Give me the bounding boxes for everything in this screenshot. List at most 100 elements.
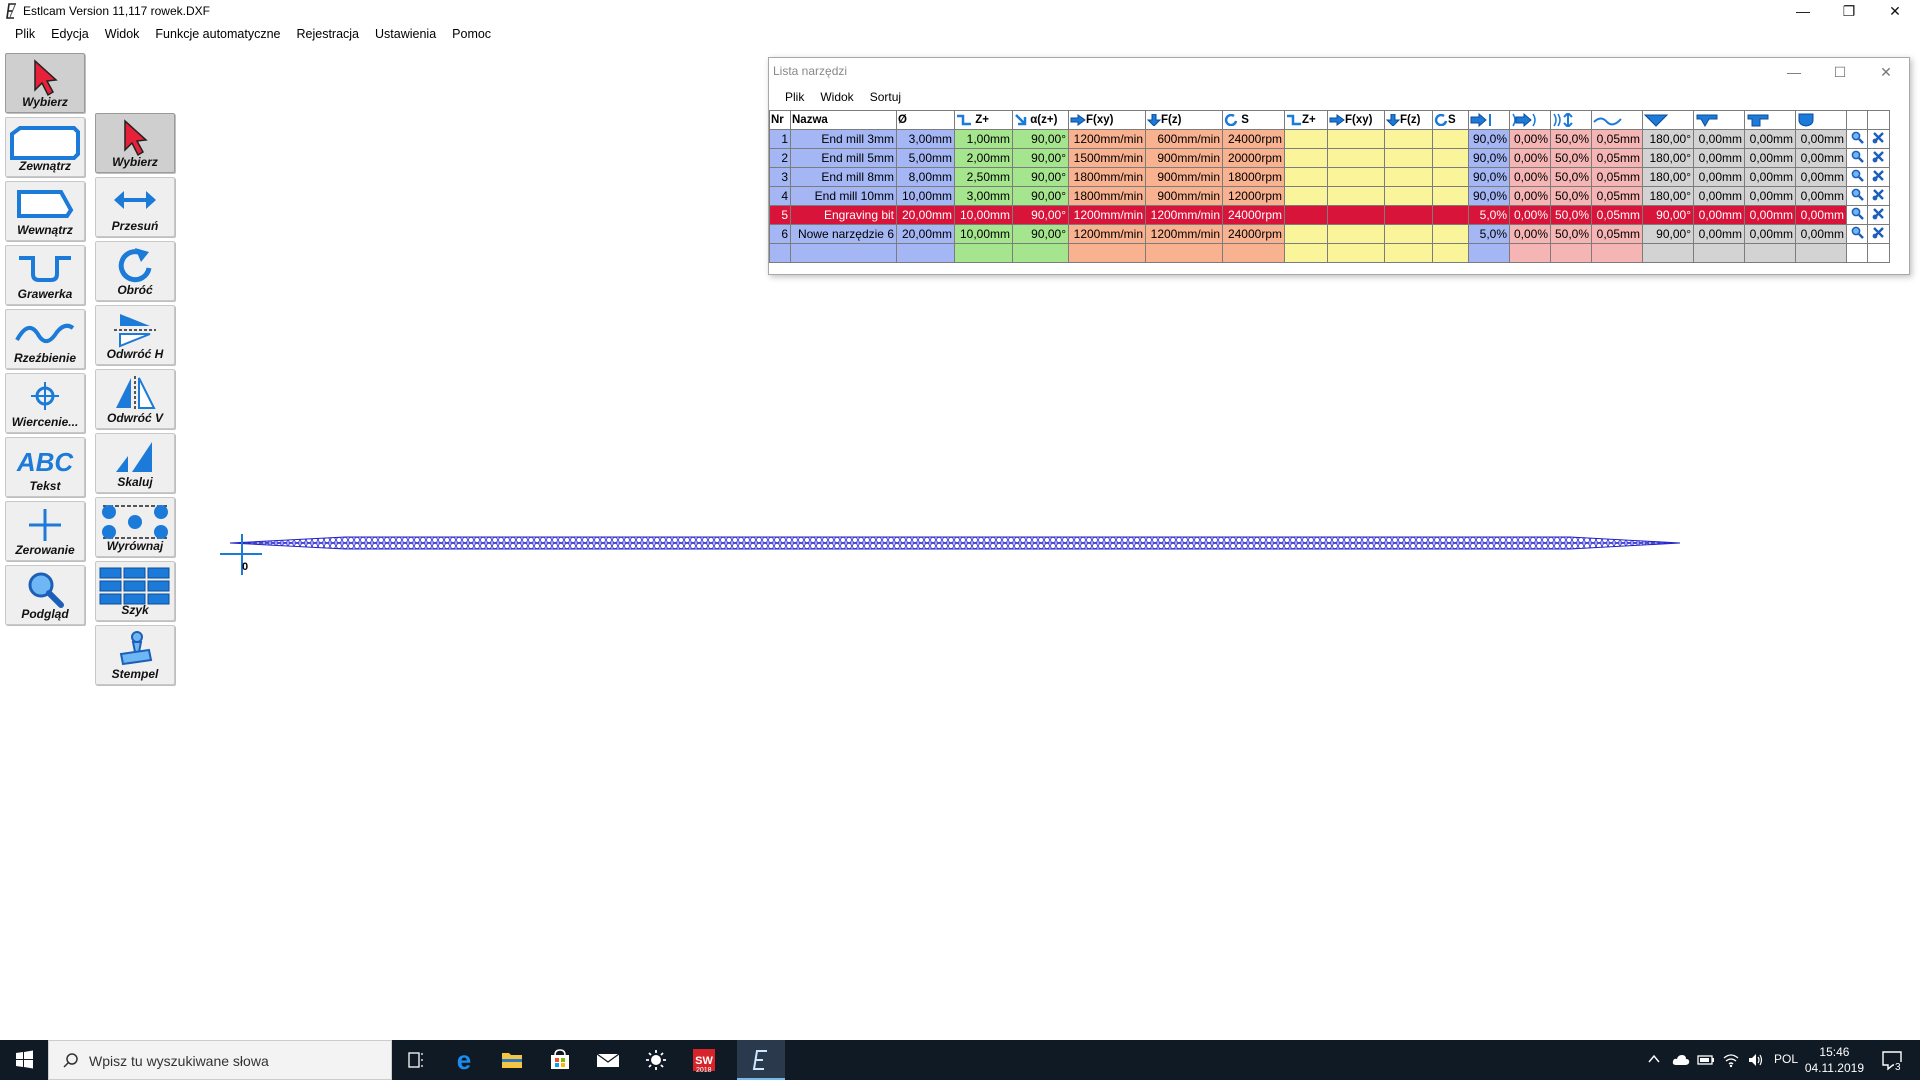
header-speed2[interactable]: S	[1432, 110, 1469, 130]
tool-flip-h-button[interactable]: Odwróć H	[95, 305, 175, 365]
cell-p5[interactable]: 180,00°	[1642, 129, 1694, 149]
cell-fz[interactable]: 1200mm/min	[1145, 224, 1223, 244]
edit-tool-button[interactable]	[1846, 243, 1868, 263]
cell-s[interactable]	[1222, 243, 1285, 263]
cell-nr[interactable]: 3	[769, 167, 791, 187]
cell-empty[interactable]	[1327, 186, 1385, 206]
cell-p6[interactable]: 0,00mm	[1693, 186, 1745, 206]
cell-empty[interactable]	[1284, 148, 1328, 168]
tool-array-button[interactable]: Szyk	[95, 561, 175, 621]
cell-p8[interactable]: 0,00mm	[1795, 224, 1847, 244]
close-button[interactable]: ✕	[1872, 0, 1918, 23]
tool-row[interactable]: 1 End mill 3mm 3,00mm 1,00mm 90,00° 1200mm/mi…	[769, 129, 1890, 149]
cell-z[interactable]: 10,00mm	[954, 224, 1013, 244]
cell-p3[interactable]: 50,0%	[1550, 129, 1592, 149]
tool-list-minimize-button[interactable]: —	[1771, 58, 1817, 86]
cell-nr[interactable]: 6	[769, 224, 791, 244]
header-tool-shape3[interactable]	[1795, 110, 1847, 130]
edit-tool-button[interactable]	[1846, 224, 1868, 244]
cell-p6[interactable]: 0,00mm	[1693, 148, 1745, 168]
cell-p7[interactable]	[1744, 243, 1796, 263]
cell-empty[interactable]	[1432, 224, 1469, 244]
tool-row[interactable]: 2 End mill 5mm 5,00mm 2,00mm 90,00° 1500mm/mi…	[769, 148, 1890, 168]
cell-a[interactable]: 90,00°	[1012, 205, 1069, 225]
notifications-button[interactable]: 3	[1872, 1040, 1912, 1080]
tool-engrave-button[interactable]: Grawerka	[5, 245, 85, 305]
header-step-z[interactable]: Z+	[954, 110, 1013, 130]
header-angle[interactable]: α(z+)	[1012, 110, 1069, 130]
tool-move-button[interactable]: Przesuń	[95, 177, 175, 237]
menu-widok[interactable]: Widok	[97, 23, 148, 45]
tool-select2-button[interactable]: Wybierz	[95, 113, 175, 173]
cell-p7[interactable]: 0,00mm	[1744, 148, 1796, 168]
cell-fz[interactable]	[1145, 243, 1223, 263]
tool-list-menu-plik[interactable]: Plik	[777, 86, 812, 108]
cell-p5[interactable]: 180,00°	[1642, 148, 1694, 168]
battery-icon[interactable]	[1697, 1053, 1715, 1067]
task-view-button[interactable]	[392, 1040, 440, 1080]
tool-zero-button[interactable]: Zerowanie	[5, 501, 85, 561]
cell-empty[interactable]	[1284, 167, 1328, 187]
cell-p8[interactable]: 0,00mm	[1795, 148, 1847, 168]
cell-z[interactable]: 2,50mm	[954, 167, 1013, 187]
cell-nr[interactable]: 1	[769, 129, 791, 149]
tool-row[interactable]: 6 Nowe narzędzie 6 20,00mm 10,00mm 90,00° 120…	[769, 224, 1890, 244]
cell-p2[interactable]: 0,00%	[1509, 205, 1551, 225]
cell-p8[interactable]: 0,00mm	[1795, 205, 1847, 225]
menu-funkcje-automatyczne[interactable]: Funkcje automatyczne	[147, 23, 288, 45]
cell-empty[interactable]	[1284, 186, 1328, 206]
cell-empty[interactable]	[1327, 205, 1385, 225]
cell-p1[interactable]: 90,0%	[1468, 129, 1510, 149]
cell-p3[interactable]: 50,0%	[1550, 167, 1592, 187]
cell-nr[interactable]: 5	[769, 205, 791, 225]
header-feed-xy[interactable]: F(xy)	[1068, 110, 1146, 130]
cell-empty[interactable]	[1384, 148, 1433, 168]
cell-dia[interactable]: 5,00mm	[896, 148, 955, 168]
menu-plik[interactable]: Plik	[7, 23, 43, 45]
cell-p7[interactable]: 0,00mm	[1744, 205, 1796, 225]
tool-row[interactable]: 3 End mill 8mm 8,00mm 2,50mm 90,00° 1800mm/mi…	[769, 167, 1890, 187]
tool-select-button[interactable]: Wybierz	[5, 53, 85, 113]
cell-empty[interactable]	[1432, 129, 1469, 149]
cell-p5[interactable]: 90,00°	[1642, 205, 1694, 225]
cell-a[interactable]: 90,00°	[1012, 224, 1069, 244]
tool-stamp-button[interactable]: Stempel	[95, 625, 175, 685]
menu-rejestracja[interactable]: Rejestracja	[288, 23, 367, 45]
cell-p6[interactable]: 0,00mm	[1693, 205, 1745, 225]
cell-fz[interactable]: 1200mm/min	[1145, 205, 1223, 225]
clock[interactable]: 15:46 04.11.2019	[1805, 1044, 1864, 1076]
header-speed[interactable]: S	[1222, 110, 1285, 130]
edit-tool-button[interactable]	[1846, 205, 1868, 225]
cell-s[interactable]: 24000rpm	[1222, 224, 1285, 244]
cell-p4[interactable]: 0,05mm	[1591, 205, 1643, 225]
header-ramp[interactable]	[1550, 110, 1592, 130]
edit-tool-button[interactable]	[1846, 129, 1868, 149]
delete-tool-button[interactable]	[1867, 186, 1890, 206]
cell-z[interactable]	[954, 243, 1013, 263]
header-diameter[interactable]: Ø	[896, 110, 955, 130]
cell-dia[interactable]: 20,00mm	[896, 224, 955, 244]
cell-empty[interactable]	[1327, 167, 1385, 187]
cell-empty[interactable]	[1432, 243, 1469, 263]
cell-name[interactable]: End mill 5mm	[790, 148, 897, 168]
cell-p3[interactable]: 50,0%	[1550, 148, 1592, 168]
cell-s[interactable]: 12000rpm	[1222, 186, 1285, 206]
cell-p1[interactable]: 90,0%	[1468, 148, 1510, 168]
cell-name[interactable]	[790, 243, 897, 263]
cell-p3[interactable]: 50,0%	[1550, 224, 1592, 244]
cell-empty[interactable]	[1432, 148, 1469, 168]
cell-empty[interactable]	[1327, 243, 1385, 263]
header-nr[interactable]: Nr	[769, 110, 791, 130]
delete-tool-button[interactable]	[1867, 205, 1890, 225]
cell-p2[interactable]: 0,00%	[1509, 129, 1551, 149]
menu-edycja[interactable]: Edycja	[43, 23, 97, 45]
cell-fz[interactable]: 900mm/min	[1145, 148, 1223, 168]
cell-p5[interactable]: 90,00°	[1642, 224, 1694, 244]
search-box[interactable]: Wpisz tu wyszukiwane słowa	[48, 1040, 392, 1080]
cell-s[interactable]: 24000rpm	[1222, 129, 1285, 149]
tool-list-window[interactable]: Lista narzędzi — ☐ ✕ Plik Widok Sortuj Nr …	[768, 57, 1910, 275]
cell-p5[interactable]	[1642, 243, 1694, 263]
cell-empty[interactable]	[1327, 129, 1385, 149]
cell-z[interactable]: 2,00mm	[954, 148, 1013, 168]
cell-p7[interactable]: 0,00mm	[1744, 224, 1796, 244]
